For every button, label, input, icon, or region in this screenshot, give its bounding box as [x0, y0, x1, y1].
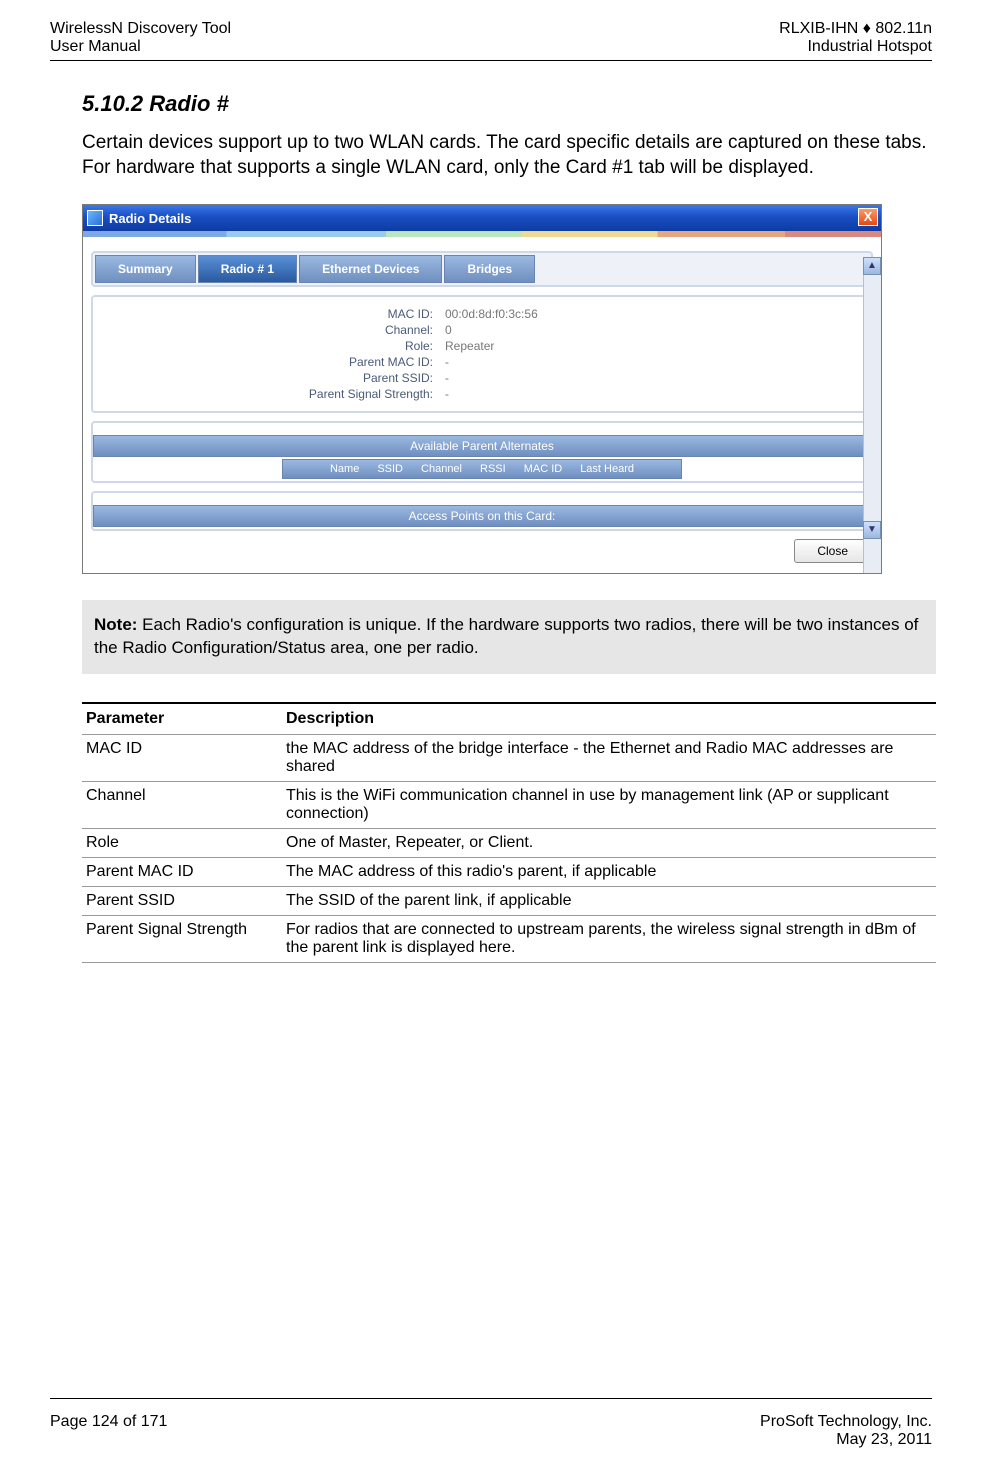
available-parents-card: Available Parent Alternates Name SSID Ch… [91, 421, 873, 483]
tab-radio-1[interactable]: Radio # 1 [198, 255, 297, 283]
cell-desc: For radios that are connected to upstrea… [282, 916, 936, 963]
label-role: Role: [105, 339, 445, 353]
cell-desc: The SSID of the parent link, if applicab… [282, 887, 936, 916]
close-icon[interactable]: X [858, 208, 878, 226]
value-mac-id: 00:0d:8d:f0:3c:56 [445, 307, 859, 321]
cell-param: Parent MAC ID [82, 858, 282, 887]
value-role: Repeater [445, 339, 859, 353]
value-channel: 0 [445, 323, 859, 337]
table-row: Parent MAC ID The MAC address of this ra… [82, 858, 936, 887]
label-mac-id: MAC ID: [105, 307, 445, 321]
label-channel: Channel: [105, 323, 445, 337]
radio-details-dialog: Radio Details X ▲ ▼ Summary Radio # 1 Et… [82, 204, 882, 574]
footer-right-line1: ProSoft Technology, Inc. [760, 1413, 932, 1431]
page-footer: Page 124 of 171 ProSoft Technology, Inc.… [50, 1413, 932, 1449]
radio-card-area: MAC ID: 00:0d:8d:f0:3c:56 Channel: 0 Rol… [91, 295, 873, 413]
dialog-body: ▲ ▼ Summary Radio # 1 Ethernet Devices B… [83, 231, 881, 573]
header-left-line1: WirelessN Discovery Tool [50, 20, 231, 38]
header-right: RLXIB-IHN ♦ 802.11n Industrial Hotspot [779, 20, 932, 56]
cell-param: Parent Signal Strength [82, 916, 282, 963]
col-last-heard: Last Heard [580, 463, 634, 475]
table-row: Parent Signal Strength For radios that a… [82, 916, 936, 963]
col-mac-id: MAC ID [524, 463, 563, 475]
tab-summary[interactable]: Summary [95, 255, 196, 283]
label-parent-signal: Parent Signal Strength: [105, 387, 445, 401]
cell-param: Channel [82, 782, 282, 829]
value-parent-mac: - [445, 355, 859, 369]
footer-rule [50, 1398, 932, 1399]
page-header: WirelessN Discovery Tool User Manual RLX… [50, 0, 932, 56]
dialog-title: Radio Details [109, 211, 191, 226]
window-icon [87, 210, 103, 226]
table-row: Channel This is the WiFi communication c… [82, 782, 936, 829]
section-paragraph: Certain devices support up to two WLAN c… [82, 131, 932, 180]
scroll-down-icon[interactable]: ▼ [863, 521, 881, 539]
cell-desc: The MAC address of this radio's parent, … [282, 858, 936, 887]
label-parent-ssid: Parent SSID: [105, 371, 445, 385]
header-right-line1: RLXIB-IHN ♦ 802.11n [779, 20, 932, 38]
footer-right: ProSoft Technology, Inc. May 23, 2011 [760, 1413, 932, 1449]
cell-desc: One of Master, Repeater, or Client. [282, 829, 936, 858]
col-rssi: RSSI [480, 463, 506, 475]
note-box: Note: Each Radio's configuration is uniq… [82, 600, 936, 674]
tab-bridges[interactable]: Bridges [444, 255, 535, 283]
scrollbar-track[interactable]: ▲ ▼ [863, 257, 881, 573]
close-button[interactable]: Close [794, 539, 871, 563]
table-row: Parent SSID The SSID of the parent link,… [82, 887, 936, 916]
radio-fields: MAC ID: 00:0d:8d:f0:3c:56 Channel: 0 Rol… [105, 307, 859, 401]
table-row: Role One of Master, Repeater, or Client. [82, 829, 936, 858]
value-parent-signal: - [445, 387, 859, 401]
th-parameter: Parameter [82, 703, 282, 735]
cell-param: Parent SSID [82, 887, 282, 916]
scroll-up-icon[interactable]: ▲ [863, 257, 881, 275]
value-parent-ssid: - [445, 371, 859, 385]
col-name: Name [330, 463, 359, 475]
dialog-button-row: Close [83, 531, 881, 573]
dialog-titlebar: Radio Details X [83, 205, 881, 231]
cell-desc: the MAC address of the bridge interface … [282, 735, 936, 782]
table-header-row: Parameter Description [82, 703, 936, 735]
note-text: Each Radio's configuration is unique. If… [94, 615, 918, 657]
footer-right-line2: May 23, 2011 [760, 1431, 932, 1449]
section-heading: 5.10.2 Radio # [82, 91, 932, 117]
th-description: Description [282, 703, 936, 735]
col-ssid: SSID [377, 463, 403, 475]
table-row: MAC ID the MAC address of the bridge int… [82, 735, 936, 782]
header-right-line2: Industrial Hotspot [779, 38, 932, 56]
cell-param: Role [82, 829, 282, 858]
footer-left: Page 124 of 171 [50, 1413, 167, 1449]
cell-param: MAC ID [82, 735, 282, 782]
col-channel: Channel [421, 463, 462, 475]
tab-ethernet-devices[interactable]: Ethernet Devices [299, 255, 442, 283]
available-parents-title: Available Parent Alternates [93, 435, 871, 457]
access-points-title: Access Points on this Card: [93, 505, 871, 527]
header-rule [50, 60, 932, 61]
header-left: WirelessN Discovery Tool User Manual [50, 20, 231, 56]
header-left-line2: User Manual [50, 38, 231, 56]
available-parents-columns: Name SSID Channel RSSI MAC ID Last Heard [282, 459, 682, 479]
access-points-card: Access Points on this Card: [91, 491, 873, 531]
label-parent-mac: Parent MAC ID: [105, 355, 445, 369]
parameter-table: Parameter Description MAC ID the MAC add… [82, 702, 936, 963]
decorative-gradient [83, 231, 881, 237]
cell-desc: This is the WiFi communication channel i… [282, 782, 936, 829]
note-label: Note: [94, 615, 137, 634]
tabs-row: Summary Radio # 1 Ethernet Devices Bridg… [91, 251, 873, 287]
